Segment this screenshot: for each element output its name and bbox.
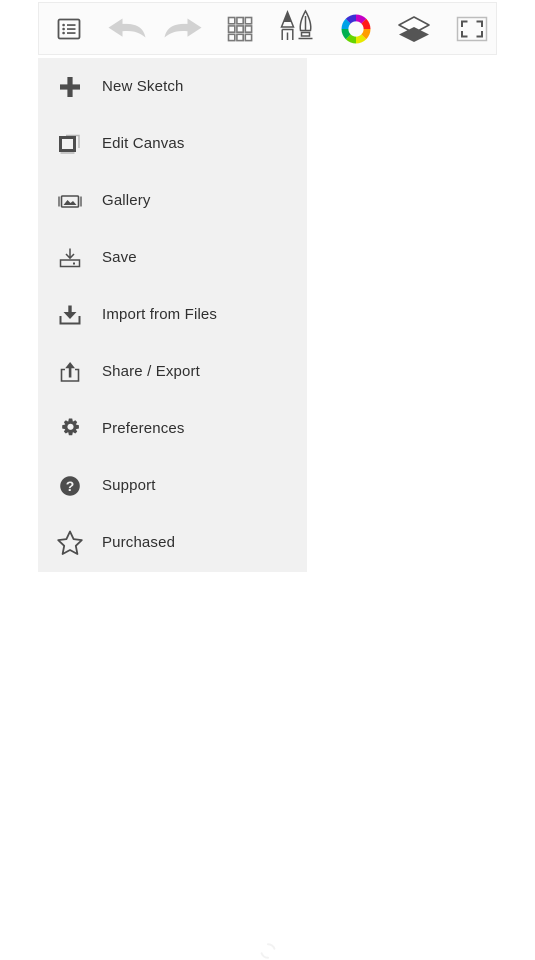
brushes-button[interactable] bbox=[269, 2, 327, 55]
gallery-image-icon bbox=[38, 188, 102, 214]
question-circle-icon: ? bbox=[38, 473, 102, 499]
brush-pen-icon bbox=[280, 8, 313, 40]
list-menu-icon bbox=[56, 16, 82, 42]
star-outline-icon bbox=[38, 529, 102, 557]
menu-item-label: Save bbox=[102, 249, 137, 266]
menu-item-purchased[interactable]: Purchased bbox=[38, 514, 307, 571]
menu-item-preferences[interactable]: Preferences bbox=[38, 400, 307, 457]
svg-text:?: ? bbox=[66, 478, 75, 494]
menu-item-label: Support bbox=[102, 477, 156, 494]
menu-item-label: Edit Canvas bbox=[102, 135, 185, 152]
color-button[interactable] bbox=[327, 2, 385, 55]
color-wheel-icon bbox=[340, 12, 372, 45]
download-icon bbox=[38, 302, 102, 328]
edit-canvas-icon bbox=[38, 131, 102, 157]
menu-item-new-sketch[interactable]: New Sketch bbox=[38, 58, 307, 115]
main-dropdown-menu: New Sketch Edit Canvas Gallery Save Impo… bbox=[38, 58, 307, 572]
undo-arrow-icon bbox=[106, 14, 148, 44]
menu-item-label: Import from Files bbox=[102, 306, 218, 323]
menu-item-edit-canvas[interactable]: Edit Canvas bbox=[38, 115, 307, 172]
save-tray-icon bbox=[38, 245, 102, 271]
menu-item-label: New Sketch bbox=[102, 78, 184, 95]
menu-item-share-export[interactable]: Share / Export bbox=[38, 343, 307, 400]
menu-item-gallery[interactable]: Gallery bbox=[38, 172, 307, 229]
plus-icon bbox=[38, 74, 102, 100]
grid-button[interactable] bbox=[211, 2, 269, 55]
fullscreen-icon bbox=[456, 16, 488, 41]
fullscreen-button[interactable] bbox=[443, 2, 501, 55]
undo-button[interactable] bbox=[99, 2, 155, 55]
loading-spinner-icon bbox=[260, 943, 276, 959]
menu-toggle-button[interactable] bbox=[39, 2, 99, 55]
menu-item-import-from-files[interactable]: Import from Files bbox=[38, 286, 307, 343]
redo-arrow-icon bbox=[162, 14, 204, 44]
menu-item-save[interactable]: Save bbox=[38, 229, 307, 286]
redo-button[interactable] bbox=[155, 2, 211, 55]
grid-icon bbox=[227, 16, 253, 41]
menu-item-label: Preferences bbox=[102, 420, 185, 437]
gear-icon bbox=[38, 416, 102, 442]
menu-item-support[interactable]: ? Support bbox=[38, 457, 307, 514]
top-toolbar bbox=[38, 2, 497, 55]
share-export-icon bbox=[38, 359, 102, 385]
layers-button[interactable] bbox=[385, 2, 443, 55]
menu-item-label: Purchased bbox=[102, 534, 176, 551]
menu-item-label: Share / Export bbox=[102, 363, 200, 380]
menu-item-label: Gallery bbox=[102, 192, 151, 209]
layers-icon bbox=[398, 15, 430, 42]
